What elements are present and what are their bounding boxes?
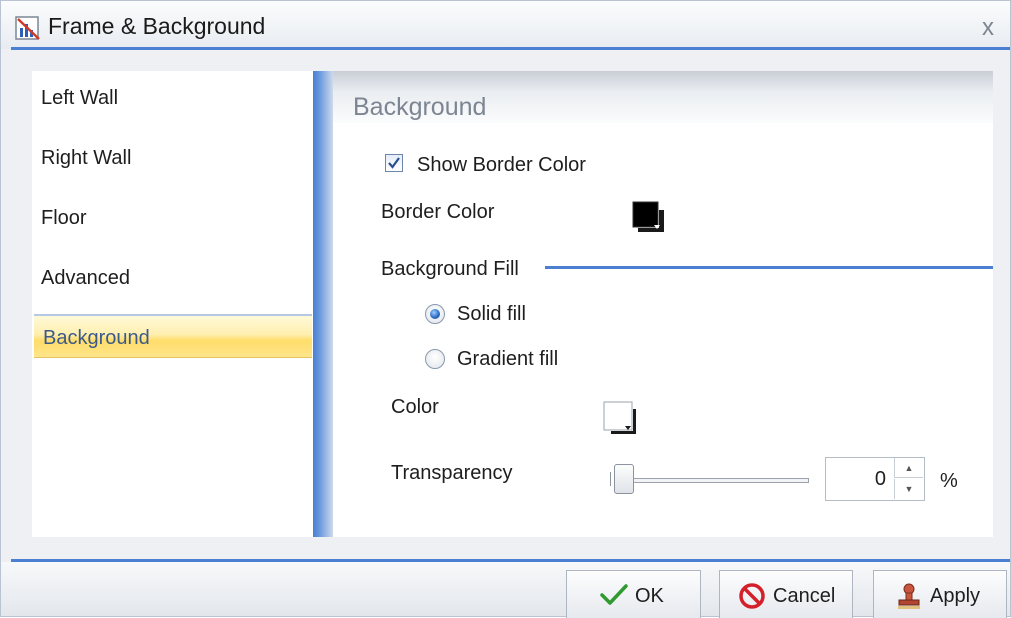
show-border-color-checkbox[interactable] xyxy=(385,154,403,172)
slider-tick xyxy=(610,472,611,486)
nav-item-right-wall[interactable]: Right Wall xyxy=(32,136,312,180)
close-icon[interactable]: x xyxy=(976,16,1000,40)
gradient-fill-label: Gradient fill xyxy=(457,348,559,370)
cancel-button[interactable]: Cancel xyxy=(719,570,853,618)
solid-fill-label: Solid fill xyxy=(457,303,526,325)
apply-button[interactable]: Apply xyxy=(873,570,1007,618)
ok-label: OK xyxy=(635,585,664,607)
spin-up-icon[interactable]: ▲ xyxy=(894,458,923,478)
checkmark-icon xyxy=(600,584,628,605)
nav-item-background[interactable]: Background xyxy=(34,314,312,358)
title-divider xyxy=(11,47,1010,50)
content-panel: Background Show Border Color Border Colo… xyxy=(333,71,993,537)
cancel-label: Cancel xyxy=(773,585,836,607)
chart-app-icon xyxy=(15,16,40,40)
border-color-label: Border Color xyxy=(381,201,495,223)
transparency-label: Transparency xyxy=(391,462,513,484)
window-title: Frame & Background xyxy=(48,13,266,39)
color-dropdown-icon xyxy=(632,201,664,232)
stamp-icon xyxy=(898,583,920,609)
nav-item-advanced[interactable]: Advanced xyxy=(32,256,312,300)
transparency-spinbox: 0 ▲ ▼ xyxy=(825,457,925,501)
nav-panel: Left Wall Right Wall Floor Advanced Back… xyxy=(32,71,314,537)
show-border-color-label: Show Border Color xyxy=(417,154,586,176)
transparency-slider-track[interactable] xyxy=(629,478,809,483)
apply-label: Apply xyxy=(930,585,981,607)
transparency-slider-thumb[interactable] xyxy=(614,464,634,494)
background-fill-label: Background Fill xyxy=(381,258,519,280)
transparency-input[interactable]: 0 xyxy=(826,458,886,500)
nav-item-floor[interactable]: Floor xyxy=(32,196,312,240)
solid-fill-radio[interactable] xyxy=(425,304,445,324)
button-bar xyxy=(1,562,1010,616)
gradient-fill-radio[interactable] xyxy=(425,349,445,369)
cancel-icon xyxy=(739,583,765,609)
ok-button[interactable]: OK xyxy=(566,570,701,618)
background-fill-divider xyxy=(545,266,993,269)
nav-item-left-wall[interactable]: Left Wall xyxy=(32,76,312,120)
color-dropdown-icon xyxy=(603,401,636,434)
color-label: Color xyxy=(391,396,439,418)
fill-color-picker[interactable] xyxy=(603,401,636,434)
spin-down-icon[interactable]: ▼ xyxy=(894,479,923,499)
panel-splitter[interactable] xyxy=(313,71,333,537)
title-bar: Frame & Background x xyxy=(1,1,1010,49)
transparency-unit: % xyxy=(940,470,958,492)
border-color-picker[interactable] xyxy=(632,201,664,232)
radio-selected-dot xyxy=(430,309,440,319)
section-title: Background xyxy=(353,93,487,121)
frame-background-dialog: Frame & Background x Left Wall Right Wal… xyxy=(0,0,1011,618)
checkmark-icon xyxy=(388,157,400,169)
section-header: Background xyxy=(333,71,993,123)
